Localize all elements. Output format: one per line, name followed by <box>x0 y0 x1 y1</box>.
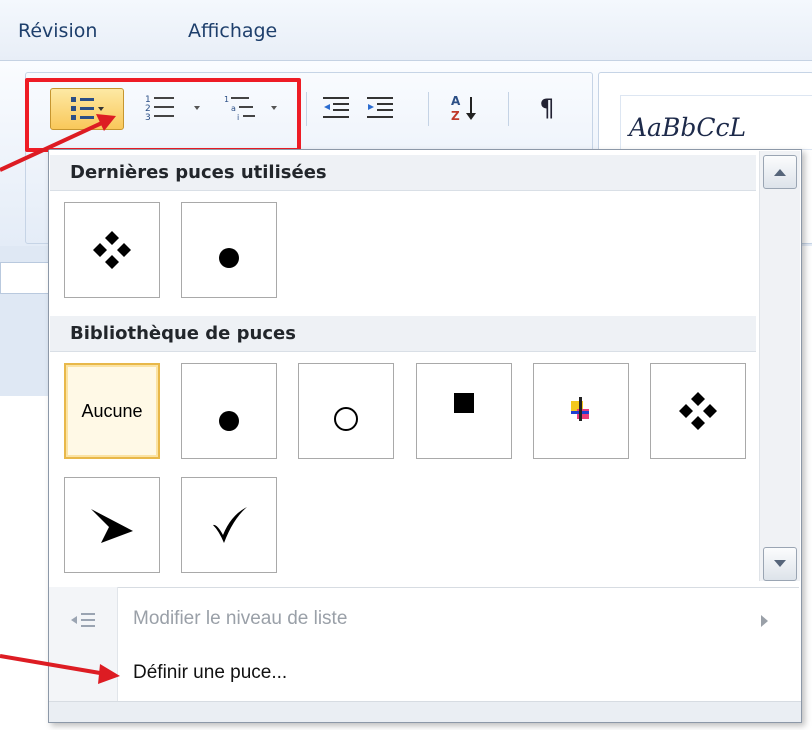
annotation-arrows <box>0 114 120 684</box>
arrow-to-define-bullet <box>0 654 120 684</box>
arrow-to-bullets-dropdown <box>0 114 116 172</box>
